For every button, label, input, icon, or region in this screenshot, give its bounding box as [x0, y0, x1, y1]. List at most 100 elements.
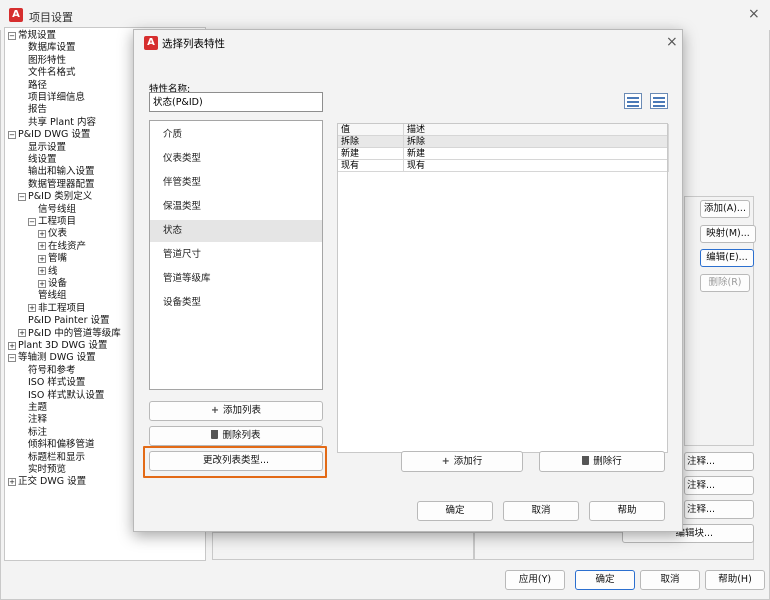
tree-item[interactable]: + 正交 DWG 设置 — [8, 476, 86, 488]
tree-item[interactable]: + 线 — [38, 266, 58, 278]
table-cell[interactable]: 新建 — [338, 148, 404, 160]
tree-item[interactable]: 共享 Plant 内容 — [28, 117, 96, 129]
highlight-box — [143, 446, 327, 478]
tree-item[interactable]: 符号和参考 — [28, 365, 76, 377]
delete-list-button[interactable]: 删除列表 — [149, 426, 323, 446]
dialog-help-button[interactable]: 帮助 — [589, 501, 665, 521]
expand-icon[interactable]: + — [38, 279, 46, 288]
collapse-icon[interactable]: − — [8, 31, 16, 40]
tree-item[interactable]: + Plant 3D DWG 设置 — [8, 340, 107, 352]
tree-item[interactable]: − 等轴测 DWG 设置 — [8, 352, 96, 364]
add-list-button[interactable]: + 添加列表 — [149, 401, 323, 421]
expand-icon[interactable]: + — [38, 242, 46, 251]
list-type-listbox[interactable]: 介质 仪表类型 伴管类型 保温类型 状态 管道尺寸 管道等级库 设备类型 — [149, 120, 323, 390]
table-row[interactable]: 拆除 拆除 — [338, 136, 669, 148]
tree-item[interactable]: 实时预览 — [28, 464, 66, 476]
map-button[interactable]: 映射(M)... — [700, 225, 756, 243]
tree-item[interactable]: + 在线资产 — [38, 241, 86, 253]
tree-item[interactable]: 数据库设置 — [28, 42, 76, 54]
table-header-cell[interactable]: 描述 — [404, 124, 669, 136]
table-cell[interactable]: 现有 — [338, 160, 404, 172]
table-cell[interactable]: 拆除 — [338, 136, 404, 148]
plus-icon: + — [441, 456, 450, 467]
tree-item-label: ISO 样式设置 — [28, 377, 86, 389]
tree-item[interactable]: + P&ID 中的管道等级库 — [18, 328, 121, 340]
tree-item[interactable]: 报告 — [28, 104, 47, 116]
tree-item[interactable]: ISO 样式设置 — [28, 377, 85, 389]
table-cell[interactable]: 现有 — [404, 160, 669, 172]
list-type-item[interactable]: 仪表类型 — [150, 148, 322, 170]
tree-item[interactable]: 倾斜和偏移管道 — [28, 439, 95, 451]
expand-icon[interactable]: + — [38, 229, 46, 238]
tree-item[interactable]: 主题 — [28, 402, 47, 414]
collapse-icon[interactable]: − — [8, 353, 16, 362]
values-table[interactable]: 值描述 拆除 拆除 新建 新建 现有 现有 — [337, 123, 669, 453]
annotation-button-3[interactable]: 注释... — [684, 500, 754, 519]
collapse-icon[interactable]: − — [28, 217, 36, 226]
add-row-button[interactable]: + 添加行 — [401, 451, 523, 472]
tree-item[interactable]: − 工程项目 — [28, 216, 76, 228]
list-type-item[interactable]: 设备类型 — [150, 292, 322, 314]
expand-icon[interactable]: + — [38, 254, 46, 263]
main-close-icon[interactable]: × — [748, 6, 760, 22]
export-list-icon[interactable] — [650, 93, 668, 109]
tree-item[interactable]: 输出和输入设置 — [28, 166, 95, 178]
annotation-button-1[interactable]: 注释... — [684, 452, 754, 471]
tree-item[interactable]: 项目详细信息 — [28, 92, 85, 104]
tree-item-label: 信号线组 — [38, 203, 77, 215]
dialog-cancel-button[interactable]: 取消 — [503, 501, 579, 521]
tree-item[interactable]: 信号线组 — [38, 204, 76, 216]
tree-item[interactable]: 注释 — [28, 414, 47, 426]
expand-icon[interactable]: + — [28, 304, 36, 313]
tree-item[interactable]: + 管嘴 — [38, 253, 67, 265]
tree-item[interactable]: P&ID Painter 设置 — [28, 315, 110, 327]
tree-item[interactable]: 文件名格式 — [28, 67, 76, 79]
table-row[interactable]: 新建 新建 — [338, 148, 669, 160]
import-list-icon[interactable] — [624, 93, 642, 109]
delete-row-button[interactable]: 删除行 — [539, 451, 665, 472]
tree-item-label: 常规设置 — [18, 30, 57, 41]
table-cell[interactable]: 拆除 — [404, 136, 669, 148]
add-button[interactable]: 添加(A)... — [700, 200, 750, 218]
tree-item[interactable]: − P&ID 类别定义 — [18, 191, 92, 203]
tree-item[interactable]: 数据管理器配置 — [28, 179, 95, 191]
table-cell[interactable]: 新建 — [404, 148, 669, 160]
expand-icon[interactable]: + — [8, 341, 16, 350]
annotation-button-2[interactable]: 注释... — [684, 476, 754, 495]
dialog-ok-button[interactable]: 确定 — [417, 501, 493, 521]
tree-item[interactable]: 图形特性 — [28, 55, 66, 67]
tree-item[interactable]: 管线组 — [38, 290, 67, 302]
list-type-item[interactable]: 伴管类型 — [150, 172, 322, 194]
collapse-icon[interactable]: − — [8, 130, 16, 139]
table-row[interactable]: 现有 现有 — [338, 160, 669, 172]
tree-item[interactable]: 线设置 — [28, 154, 57, 166]
main-cancel-button[interactable]: 取消 — [640, 570, 700, 590]
tree-item[interactable]: 标注 — [28, 427, 47, 439]
main-help-button[interactable]: 帮助(H) — [705, 570, 765, 590]
tree-item[interactable]: 显示设置 — [28, 142, 66, 154]
tree-item[interactable]: 路径 — [28, 80, 47, 92]
list-type-item[interactable]: 状态 — [150, 220, 322, 242]
expand-icon[interactable]: + — [38, 267, 46, 276]
tree-item[interactable]: + 仪表 — [38, 228, 67, 240]
tree-item[interactable]: + 非工程项目 — [28, 303, 86, 315]
tree-item[interactable]: − P&ID DWG 设置 — [8, 129, 90, 141]
property-name-field[interactable]: 状态(P&ID) — [149, 92, 323, 112]
tree-item[interactable]: 标题栏和显示 — [28, 452, 85, 464]
apply-button[interactable]: 应用(Y) — [505, 570, 565, 590]
edit-button[interactable]: 编辑(E)... — [700, 249, 754, 267]
list-type-item[interactable]: 管道等级库 — [150, 268, 322, 290]
dialog-close-icon[interactable]: × — [666, 34, 678, 50]
collapse-icon[interactable]: − — [18, 192, 26, 201]
list-type-item[interactable]: 管道尺寸 — [150, 244, 322, 266]
tree-item[interactable]: ISO 样式默认设置 — [28, 390, 104, 402]
list-type-item[interactable]: 介质 — [150, 124, 322, 146]
list-type-item[interactable]: 保温类型 — [150, 196, 322, 218]
tree-item[interactable]: − 常规设置 — [8, 30, 56, 42]
delete-button[interactable]: 删除(R) — [700, 274, 750, 292]
expand-icon[interactable]: + — [18, 329, 26, 338]
main-ok-button[interactable]: 确定 — [575, 570, 635, 590]
table-header-cell[interactable]: 值 — [338, 124, 404, 136]
expand-icon[interactable]: + — [8, 477, 16, 486]
tree-item[interactable]: + 设备 — [38, 278, 67, 290]
